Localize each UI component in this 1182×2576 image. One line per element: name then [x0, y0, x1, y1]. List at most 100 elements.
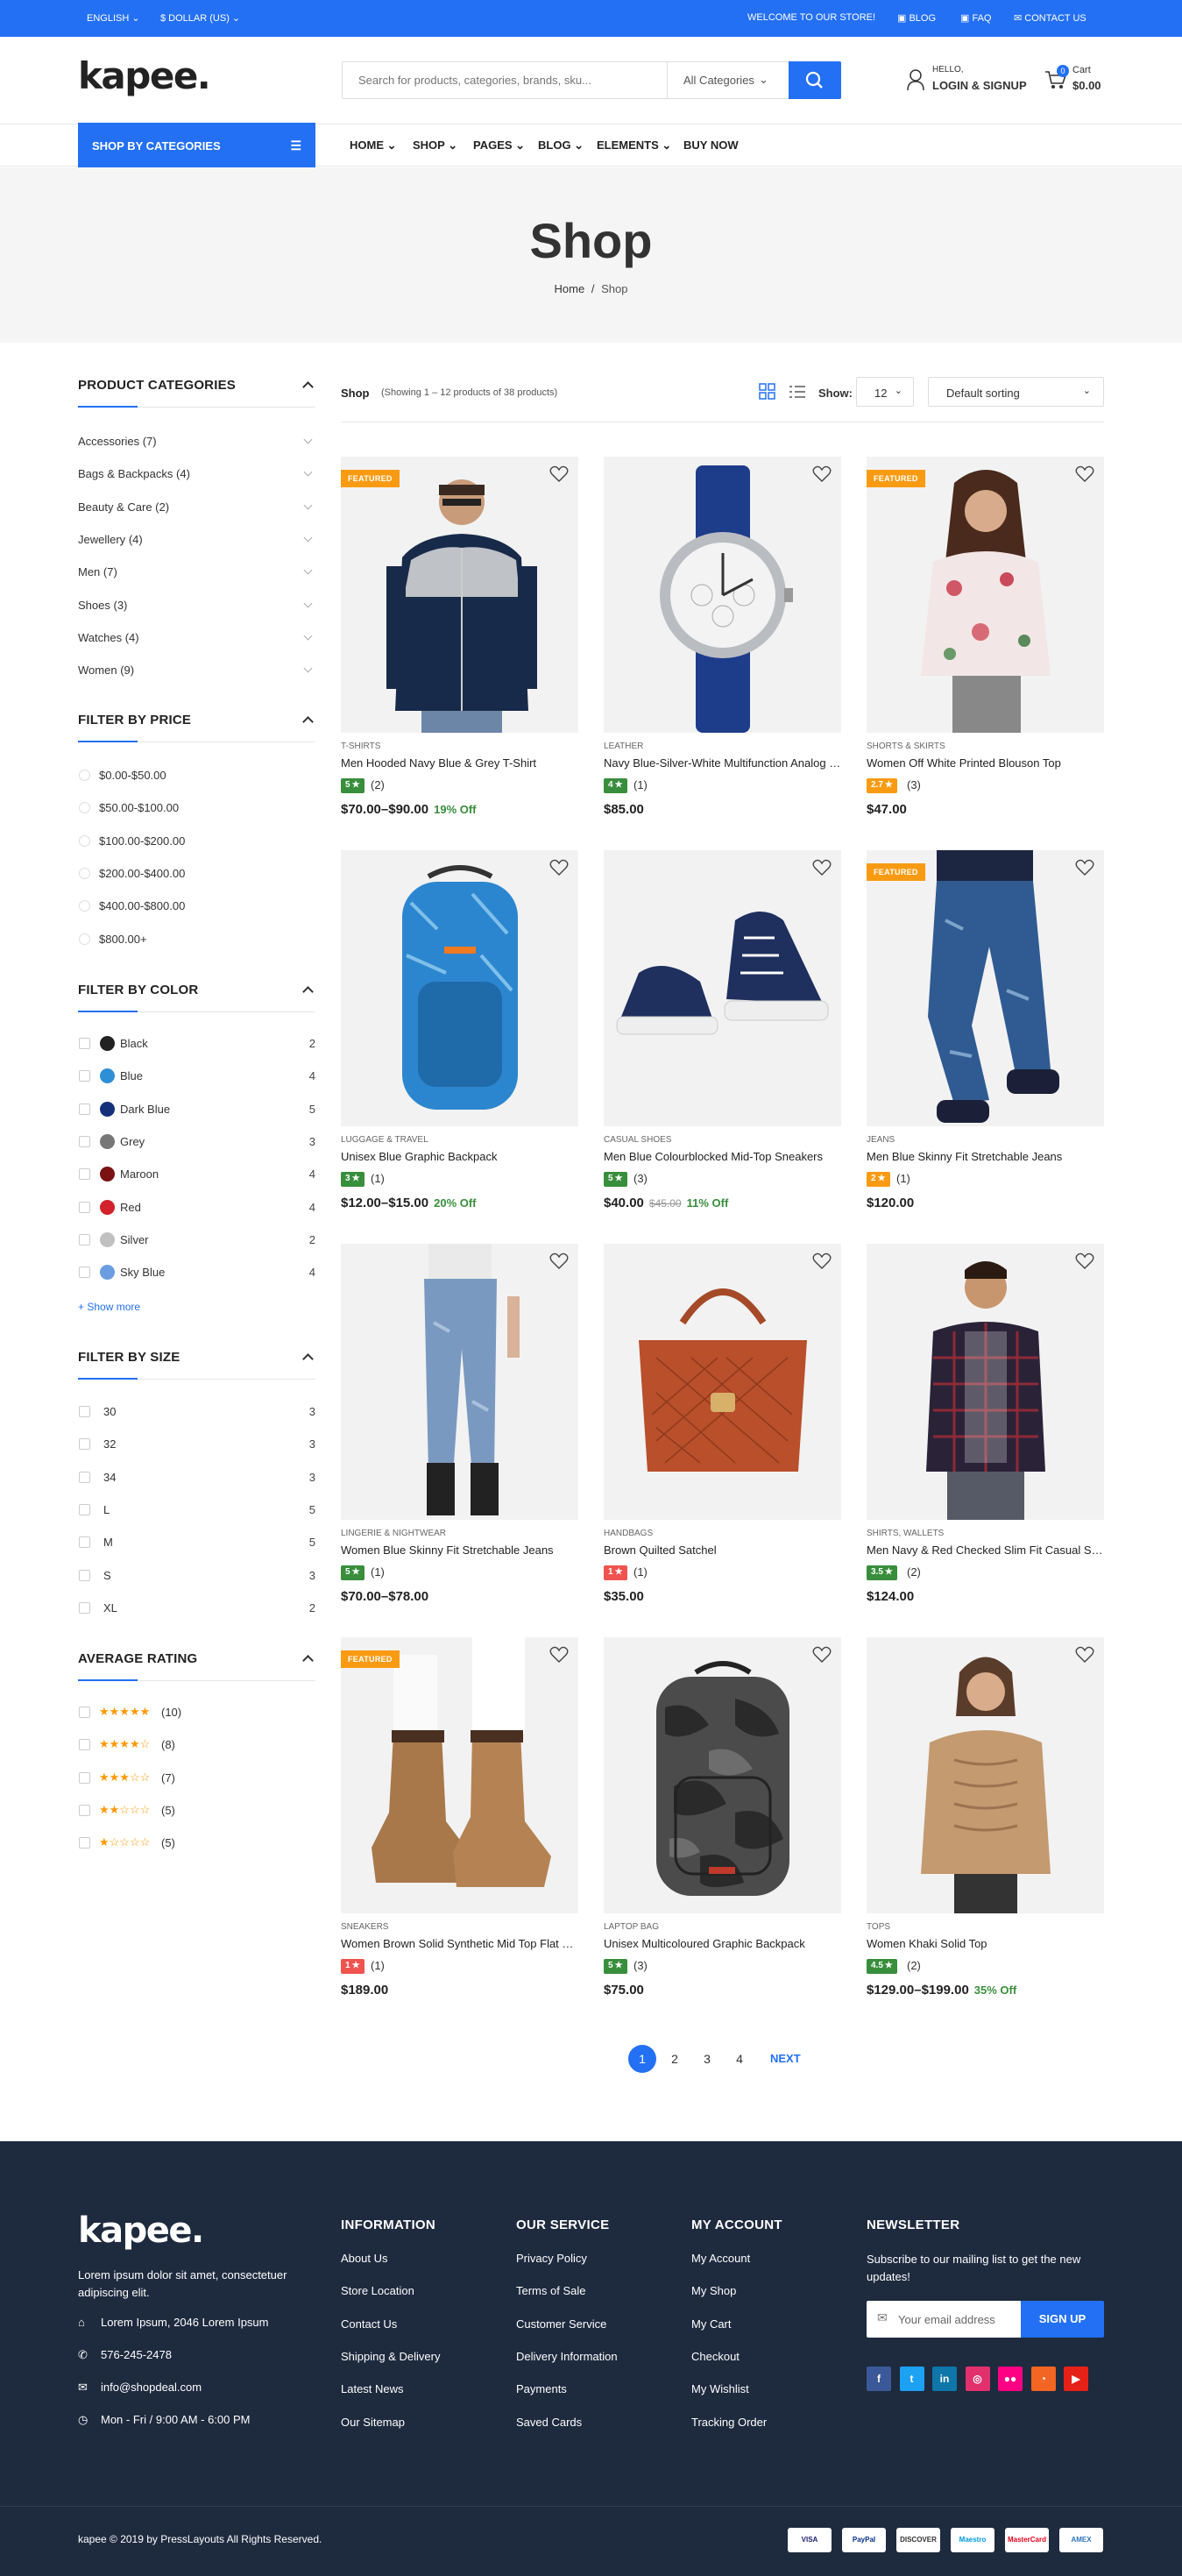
- wishlist-icon[interactable]: [1074, 1644, 1095, 1665]
- newsletter-email-field[interactable]: ✉ Your email address: [867, 2301, 1021, 2338]
- size-name[interactable]: M: [103, 1536, 113, 1549]
- rating-checkbox[interactable]: [79, 1739, 90, 1751]
- product-card[interactable]: LEATHER Navy Blue-Silver-White Multifunct…: [604, 457, 841, 817]
- nav-buy-now[interactable]: BUY NOW: [683, 138, 739, 152]
- color-checkbox[interactable]: [79, 1038, 90, 1049]
- category-name[interactable]: Men: [78, 565, 100, 578]
- rating-stars[interactable]: ★★☆☆☆: [99, 1803, 150, 1817]
- footer-link-account[interactable]: My Account: [691, 2252, 750, 2265]
- price-heading-collapse-icon[interactable]: [302, 716, 314, 727]
- show-more-link[interactable]: + Show more: [78, 1301, 140, 1313]
- footer-link-service[interactable]: Customer Service: [516, 2317, 606, 2331]
- rating-stars[interactable]: ★★★★☆: [99, 1737, 150, 1751]
- product-name[interactable]: Women Brown Solid Synthetic Mid Top Flat…: [341, 1937, 578, 1950]
- color-checkbox[interactable]: [79, 1070, 90, 1082]
- rating-checkbox[interactable]: [79, 1771, 90, 1784]
- price-radio[interactable]: [79, 933, 90, 945]
- faq-link[interactable]: ▣ FAQ: [960, 12, 991, 24]
- shop-by-categories-button[interactable]: SHOP BY CATEGORIES ☰: [78, 123, 315, 167]
- size-checkbox[interactable]: [79, 1406, 90, 1417]
- nav-blog[interactable]: BLOG ⌄: [538, 138, 584, 153]
- chevron-down-icon[interactable]: [303, 533, 313, 543]
- rss-icon[interactable]: ◔: [1030, 2367, 1056, 2391]
- product-card[interactable]: LUGGAGE & TRAVEL Unisex Blue Graphic Back…: [341, 850, 578, 1210]
- rating-stars[interactable]: ★★★★★: [99, 1705, 150, 1719]
- product-card[interactable]: FEATURED JEANS Men Blue Skinny Fit Stretch…: [867, 850, 1104, 1210]
- category-name[interactable]: Accessories: [78, 435, 139, 448]
- list-view-icon[interactable]: [789, 384, 806, 402]
- product-image[interactable]: [604, 1637, 841, 1913]
- product-card[interactable]: CASUAL SHOES Men Blue Colourblocked Mid-T…: [604, 850, 841, 1210]
- product-image[interactable]: [604, 1244, 841, 1520]
- footer-link-information[interactable]: Shipping & Delivery: [341, 2350, 440, 2363]
- product-image[interactable]: [341, 1244, 578, 1520]
- product-category[interactable]: SHIRTS, WALLETS: [867, 1529, 944, 1538]
- size-name[interactable]: XL: [103, 1601, 117, 1614]
- product-category[interactable]: JEANS: [867, 1135, 895, 1145]
- page-1[interactable]: 1: [628, 2045, 656, 2073]
- product-category[interactable]: T-SHIRTS: [341, 742, 380, 751]
- category-name[interactable]: Bags & Backpacks: [78, 467, 173, 480]
- color-checkbox[interactable]: [79, 1267, 90, 1279]
- logo[interactable]: kapee.: [78, 54, 211, 97]
- size-checkbox[interactable]: [79, 1536, 90, 1549]
- color-checkbox[interactable]: [79, 1103, 90, 1115]
- price-option[interactable]: $800.00+: [99, 933, 147, 946]
- product-name[interactable]: Men Hooded Navy Blue & Grey T-Shirt: [341, 756, 578, 770]
- price-radio[interactable]: [79, 834, 90, 847]
- flickr-icon[interactable]: ●●: [998, 2367, 1023, 2391]
- rating-checkbox[interactable]: [79, 1707, 90, 1718]
- instagram-icon[interactable]: ◎: [965, 2367, 990, 2391]
- footer-link-account[interactable]: Checkout: [691, 2350, 740, 2363]
- product-card[interactable]: FEATURED T-SHIRTS Men Hooded Navy Blue & G…: [341, 457, 578, 817]
- footer-link-account[interactable]: Tracking Order: [691, 2416, 767, 2429]
- footer-link-service[interactable]: Privacy Policy: [516, 2252, 587, 2265]
- footer-link-account[interactable]: My Wishlist: [691, 2382, 749, 2395]
- search-button[interactable]: [789, 61, 841, 99]
- nav-home[interactable]: HOME ⌄: [350, 138, 397, 153]
- product-category[interactable]: LUGGAGE & TRAVEL: [341, 1135, 428, 1145]
- rating-stars[interactable]: ★★★☆☆: [99, 1771, 150, 1785]
- price-option[interactable]: $0.00-$50.00: [99, 769, 166, 782]
- chevron-down-icon[interactable]: [303, 664, 313, 673]
- page-4[interactable]: 4: [725, 2045, 754, 2073]
- product-image[interactable]: [867, 457, 1104, 733]
- footer-link-service[interactable]: Payments: [516, 2382, 567, 2395]
- wishlist-icon[interactable]: [549, 857, 570, 878]
- category-item[interactable]: Watches (4): [78, 631, 139, 644]
- product-image[interactable]: [867, 1637, 1104, 1913]
- wishlist-icon[interactable]: [1074, 1251, 1095, 1272]
- signup-button[interactable]: SIGN UP: [1021, 2301, 1104, 2338]
- wishlist-icon[interactable]: [549, 464, 570, 485]
- chevron-down-icon[interactable]: [303, 599, 313, 607]
- product-name[interactable]: Navy Blue-Silver-White Multifunction Ana…: [604, 756, 841, 770]
- color-name[interactable]: Black: [120, 1037, 148, 1050]
- rating-checkbox[interactable]: [79, 1837, 90, 1849]
- size-name[interactable]: 34: [103, 1471, 116, 1484]
- footer-logo[interactable]: kapee.: [78, 2211, 204, 2251]
- product-category[interactable]: TOPS: [867, 1922, 890, 1932]
- footer-link-service[interactable]: Terms of Sale: [516, 2284, 585, 2297]
- color-name[interactable]: Blue: [120, 1069, 143, 1082]
- size-name[interactable]: 30: [103, 1405, 116, 1418]
- wishlist-icon[interactable]: [811, 1644, 832, 1665]
- wishlist-icon[interactable]: [549, 1644, 570, 1665]
- user-icon[interactable]: [906, 68, 925, 94]
- footer-email[interactable]: ✉ info@shopdeal.com: [78, 2381, 202, 2395]
- next-page[interactable]: NEXT: [770, 2052, 801, 2065]
- wishlist-icon[interactable]: [1074, 857, 1095, 878]
- product-name[interactable]: Women Blue Skinny Fit Stretchable Jeans: [341, 1543, 578, 1557]
- product-name[interactable]: Women Khaki Solid Top: [867, 1937, 1104, 1950]
- rating-checkbox[interactable]: [79, 1804, 90, 1816]
- page-2[interactable]: 2: [661, 2045, 689, 2073]
- category-item[interactable]: Bags & Backpacks (4): [78, 467, 190, 480]
- youtube-icon[interactable]: ▶: [1064, 2367, 1088, 2391]
- page-3[interactable]: 3: [693, 2045, 721, 2073]
- footer-link-information[interactable]: Latest News: [341, 2382, 404, 2395]
- category-name[interactable]: Women: [78, 664, 117, 677]
- linkedin-icon[interactable]: in: [932, 2367, 957, 2391]
- product-card[interactable]: LAPTOP BAG Unisex Multicoloured Graphic B…: [604, 1637, 841, 1998]
- size-name[interactable]: L: [103, 1503, 110, 1516]
- price-option[interactable]: $50.00-$100.00: [99, 801, 179, 814]
- wishlist-icon[interactable]: [549, 1251, 570, 1272]
